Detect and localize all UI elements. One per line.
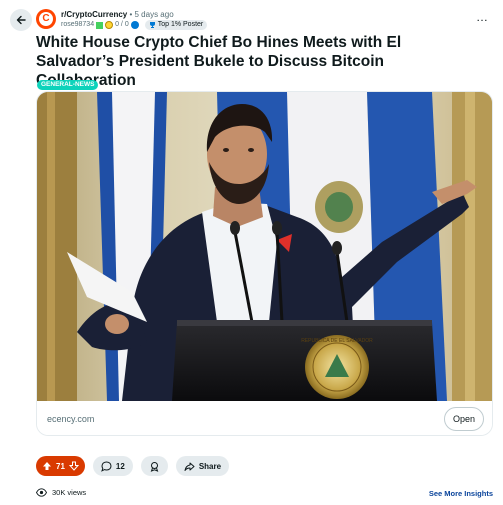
arrow-up-icon[interactable]	[42, 461, 52, 471]
post-flair[interactable]: GENERAL-NEWS	[37, 80, 99, 90]
speech-bubble-icon	[101, 460, 112, 472]
gem-icon	[130, 21, 139, 29]
post-actions: 71 12 Share	[36, 456, 230, 476]
news-photo: REPUBLICA DE EL SALVADOR	[37, 92, 492, 401]
donut-icon	[105, 21, 114, 29]
award-icon	[150, 461, 159, 472]
author-username[interactable]: rose98734	[61, 20, 94, 30]
comment-count: 12	[115, 461, 125, 471]
post-meta: r/CryptoCurrency • 5 days ago	[61, 10, 174, 19]
award-button[interactable]	[140, 456, 168, 476]
link-preview-card[interactable]: REPUBLICA DE EL SALVADOR ecency.com Open	[36, 91, 493, 436]
share-label: Share	[198, 461, 222, 471]
author-line: rose98734 0 / 0 Top 1% Poster	[61, 20, 208, 30]
vote-control: 71	[36, 456, 85, 476]
vote-count: 71	[56, 461, 65, 471]
share-button[interactable]: Share	[175, 456, 230, 476]
top-poster-badge: Top 1% Poster	[144, 20, 208, 30]
user-flair-icon	[96, 21, 104, 29]
seal-text: REPUBLICA DE EL SALVADOR	[301, 338, 373, 344]
arrow-left-icon	[16, 15, 26, 25]
arrow-down-icon[interactable]	[68, 461, 79, 471]
subreddit-link[interactable]: r/CryptoCurrency	[61, 10, 127, 19]
open-link-button[interactable]: Open	[444, 407, 484, 431]
views-stat: 30K views	[36, 488, 86, 497]
karma-count: 0 / 0	[115, 21, 129, 28]
back-button[interactable]	[10, 9, 32, 31]
post-title: White House Crypto Chief Bo Hines Meets …	[36, 34, 402, 89]
views-count: 30K views	[52, 488, 87, 497]
eye-icon	[36, 488, 47, 497]
see-more-insights-link[interactable]: See More Insights	[429, 489, 493, 498]
more-options-button[interactable]: …	[476, 11, 489, 23]
link-domain[interactable]: ecency.com	[47, 414, 94, 424]
post-time: 5 days ago	[134, 10, 174, 19]
share-arrow-icon	[184, 462, 195, 471]
subreddit-avatar[interactable]: C	[36, 9, 56, 29]
trophy-icon	[149, 22, 155, 28]
comments-button[interactable]: 12	[92, 456, 133, 476]
link-footer: ecency.com Open	[37, 401, 492, 435]
